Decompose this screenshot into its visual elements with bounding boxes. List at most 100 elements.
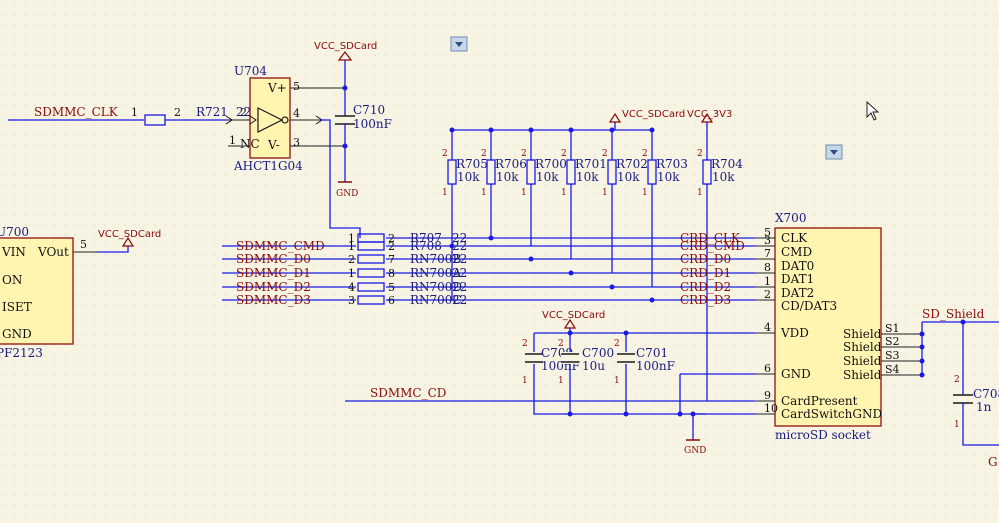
c710-block[interactable]: C710 100nF GND [335,88,392,199]
x700-part: microSD socket [775,428,871,442]
cap-pin2: 2 [614,339,620,349]
cap-pin2: 2 [558,339,564,349]
series-resistor [357,268,385,278]
u700-pin5: 5 [80,238,87,251]
c710-designator: C710 [353,103,385,117]
junction-dot [528,256,534,262]
pullup-pin2: 2 [481,149,487,159]
pullup-value: 10k [496,170,519,184]
x700-shield-number: S2 [885,335,900,348]
gnd-label-main: GND [684,446,706,456]
series-value: 22 [452,266,467,280]
vcc-sdcard-label-caps: VCC_SDCard [542,310,605,321]
x700-pin-name: CMD [781,245,812,259]
vcc-sdcard-symbol-u700: VCC_SDCard [98,229,161,247]
net-label-sdmmc: SDMMC_D1 [236,266,311,280]
gnd-label-c710: GND [336,189,358,199]
series-pin-left: 4 [348,281,355,294]
vcc-sdcard-label-pullups: VCC_SDCard [622,109,685,120]
gnd-symbol-c710: GND [336,181,358,199]
u704-pin4: 4 [293,107,300,120]
series-pin-right: 7 [388,253,395,266]
pullup-resistor[interactable]: R70010k 2 1 [521,127,567,247]
pullup-resistor[interactable]: R70610k 2 1 [481,127,527,239]
pullup-designator: R703 [656,157,688,171]
x700-pin-number: 10 [764,402,778,415]
pullup-pin1: 1 [561,188,567,198]
series-pin-left: 3 [348,294,355,307]
series-pin-left: 2 [348,253,355,266]
series-row[interactable]: 1 2 R708 22SDMMC_CMD CRD_CMD [222,239,755,253]
series-row[interactable]: 4 5 RN700D22SDMMC_D2 CRD_D2 [222,280,755,294]
pullup-pin2: 2 [602,149,608,159]
pullup-pin2: 2 [697,149,703,159]
r721-pin2: 2 [174,106,181,119]
u700-on: ON [2,273,22,287]
pullup-pin1: 1 [697,188,703,198]
collapse-marker-1[interactable] [450,36,468,52]
series-row[interactable]: 2 7 RN700B22SDMMC_D0 CRD_D0 [222,252,755,266]
pullup-value: 10k [457,170,480,184]
pullup-designator: R702 [616,157,648,171]
x700-shield-name: Shield [843,354,882,368]
junction-dot [449,243,455,249]
x700-shield-number: S1 [885,322,900,335]
series-value: 22 [452,252,467,266]
x700-pin-number: 9 [764,389,771,402]
series-resistor [357,295,385,305]
clk-buffered-trace [320,119,361,238]
shield-net[interactable]: SD_Shield 2 1 C708 1n G [921,307,999,469]
pullup-value: 10k [712,170,735,184]
collapse-marker-2[interactable] [825,144,843,160]
series-pin-left: 1 [348,267,355,280]
series-row[interactable]: 3 6 RN700C22SDMMC_D3 CRD_D3 [222,293,755,307]
pullup-resistor[interactable]: R70110k 2 1 [561,127,607,260]
pullup-value: 10k [536,170,559,184]
u704-vplus: V+ [267,81,287,95]
mouse-cursor-icon [866,100,880,121]
vcc-3v3-label: VCC_3V3 [687,109,732,120]
x700-pin-number: 3 [764,234,771,247]
u700-vin: VIN [1,245,26,259]
pullup-pin2: 2 [521,149,527,159]
x700-shield-name: Shield [843,327,882,341]
pullup-pin1: 1 [442,188,448,198]
pullup-pin1: 1 [521,188,527,198]
net-label-sdmmc: SDMMC_D0 [236,252,311,266]
cap-designator: C701 [636,346,668,360]
r721-value: 22 [236,105,251,119]
x700-pin-name: CardPresent [781,394,858,408]
x700-shield-number: S4 [885,363,900,376]
series-block[interactable]: 1 2 R707 22 CRD_CLK1 2 R708 22SDMMC_CMD CRD_CMD2… [222,231,755,307]
u704-nc: NC [240,137,260,151]
cap-pin1: 1 [522,376,528,386]
pullup-pin2: 2 [561,149,567,159]
series-resistor [357,254,385,264]
pullup-value: 10k [657,170,680,184]
x700-pin-number: 4 [764,321,771,334]
x700-designator: X700 [775,211,806,225]
x700-shield-name: Shield [843,368,882,382]
series-resistor [357,282,385,292]
schematic-canvas[interactable]: VCC_SDCard U704 AHCT1G04 V+ V- NC 5 4 3 … [0,0,999,523]
junction-dot [488,235,494,241]
c708-designator: C708 [973,387,999,401]
x700-pin-name: DAT2 [781,286,814,300]
net-label-sdmmc: SDMMC_D3 [236,293,311,307]
series-row[interactable]: 1 8 RN700A22SDMMC_D1 CRD_D1 [222,266,755,280]
x700-pin-name: CD/DAT3 [781,299,837,313]
x700-pin-name: CLK [781,231,808,245]
u700-block[interactable]: U700 PF2123 VIN VOut ON ISET GND 5 VCC_S… [0,225,161,360]
sdmmc-cd-trace: SDMMC_CD [345,386,755,402]
r721-block[interactable]: SDMMC_CLK 1 2 R721 22 [8,105,251,126]
x700-block[interactable]: X700 microSD socket 5 CLK3CMD7DAT08DAT11D… [755,211,925,442]
series-value: 22 [452,293,467,307]
decoupling-capacitor[interactable]: C701100nF 2 1 [614,339,675,386]
r721-resistor [144,114,166,126]
cap-pin1: 1 [558,376,564,386]
cap-value: 10u [582,359,605,373]
net-label-sdmmc: SDMMC_D2 [236,280,311,294]
net-label-crd: CRD_CMD [680,239,745,253]
x700-pin-name: GND [781,367,811,381]
net-label-crd: CRD_D0 [680,252,731,266]
